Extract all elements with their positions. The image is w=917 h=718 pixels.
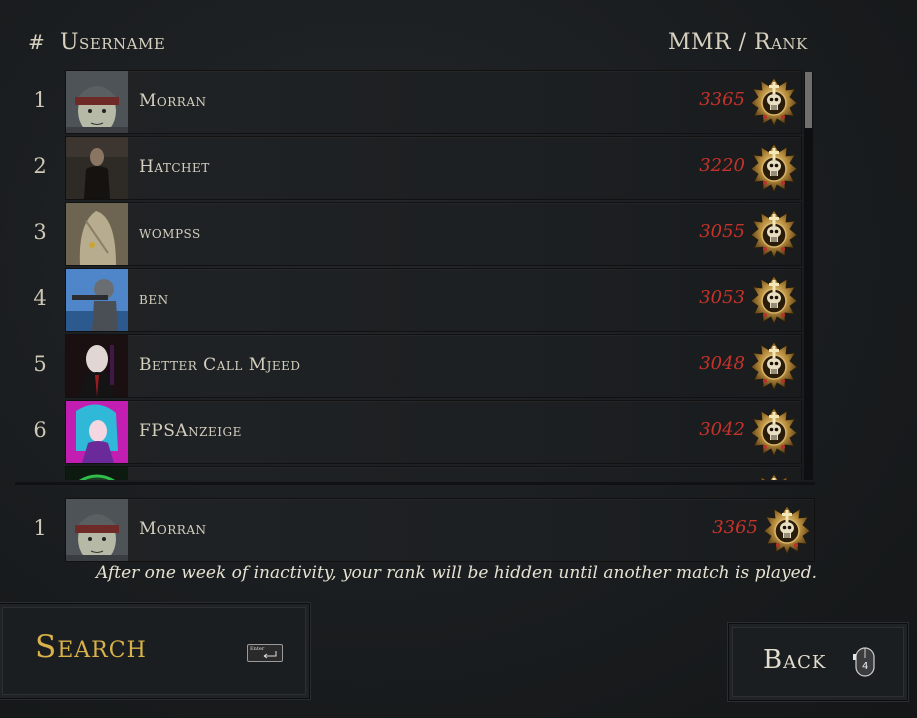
own-rank-entry: 1 Morran 3365 (15, 498, 815, 562)
player-mmr: 3053 (699, 287, 745, 308)
scrollbar-track[interactable] (804, 72, 813, 480)
search-button-label: Search (35, 629, 147, 665)
row-position: 2 (33, 154, 47, 178)
leaderboard-row[interactable]: 1 Morran 3365 (15, 70, 802, 134)
leaderboard-row[interactable]: 5 Better Call Mjeed 3048 (15, 334, 802, 398)
own-rank-row: 1 Morran 3365 (15, 498, 815, 562)
back-button-label: Back (763, 645, 827, 675)
player-card[interactable]: Better Call Mjeed 3048 (65, 334, 802, 398)
player-mmr: 3365 (699, 89, 745, 110)
gold-skull-rank-icon (750, 407, 798, 457)
player-card: Morran 3365 (65, 498, 815, 562)
search-button[interactable]: Search Enter (0, 603, 310, 699)
gold-skull-rank-icon (750, 473, 798, 480)
row-position: 1 (33, 516, 47, 540)
row-position: 5 (33, 352, 47, 376)
player-username: wompss (139, 223, 201, 243)
agent-avatar (66, 335, 128, 397)
row-position: 6 (33, 418, 47, 442)
player-card[interactable]: Morran 3365 (65, 70, 802, 134)
leaderboard-list[interactable]: 1 Morran 3365 2 Hatchet 3220 3 wompss 30… (15, 70, 815, 480)
player-card[interactable] (65, 466, 802, 480)
green-dark-avatar (66, 467, 128, 480)
leaderboard-row[interactable]: 6 FPSAnzeige 3042 (15, 400, 802, 464)
enter-key-icon: Enter (247, 644, 283, 662)
player-username: FPSAnzeige (139, 421, 242, 441)
ghost-sheet-avatar (66, 203, 128, 265)
back-button[interactable]: Back 4 (728, 623, 908, 701)
hooded-man-avatar (66, 71, 128, 133)
leaderboard-row[interactable]: 4 ben 3053 (15, 268, 802, 332)
column-header-username: Username (60, 30, 166, 55)
gold-skull-rank-icon (750, 77, 798, 127)
row-position: 3 (33, 220, 47, 244)
row-position: 1 (33, 88, 47, 112)
player-username: Better Call Mjeed (139, 355, 301, 375)
player-mmr: 3055 (699, 221, 745, 242)
divider (15, 482, 815, 485)
gold-skull-rank-icon (763, 505, 811, 555)
hooded-man-avatar (66, 499, 128, 561)
player-username: Morran (139, 519, 207, 539)
column-header-number: # (28, 30, 46, 54)
soldier-avatar (66, 269, 128, 331)
gold-skull-rank-icon (750, 143, 798, 193)
leaderboard-row[interactable] (15, 466, 802, 480)
gold-skull-rank-icon (750, 209, 798, 259)
player-card[interactable]: wompss 3055 (65, 202, 802, 266)
column-header-mmr-rank: MMR / Rank (668, 30, 808, 55)
player-card[interactable]: FPSAnzeige 3042 (65, 400, 802, 464)
row-position: 4 (33, 286, 47, 310)
player-username: Hatchet (139, 157, 210, 177)
scrollbar-thumb[interactable] (805, 72, 812, 128)
inactivity-notice: After one week of inactivity, your rank … (95, 563, 817, 583)
gold-skull-rank-icon (750, 275, 798, 325)
gold-skull-rank-icon (750, 341, 798, 391)
mouse-button-icon: 4 (853, 646, 877, 678)
player-mmr: 3042 (699, 419, 745, 440)
player-mmr: 3048 (699, 353, 745, 374)
player-card[interactable]: ben 3053 (65, 268, 802, 332)
mouse-button-number: 4 (862, 661, 869, 672)
player-username: ben (139, 289, 169, 309)
player-card[interactable]: Hatchet 3220 (65, 136, 802, 200)
player-mmr: 3220 (699, 155, 745, 176)
dark-figure-avatar (66, 137, 128, 199)
leaderboard-row[interactable]: 2 Hatchet 3220 (15, 136, 802, 200)
player-username: Morran (139, 91, 207, 111)
leaderboard-row[interactable]: 3 wompss 3055 (15, 202, 802, 266)
anime-girl-avatar (66, 401, 128, 463)
player-mmr: 3365 (712, 517, 758, 538)
